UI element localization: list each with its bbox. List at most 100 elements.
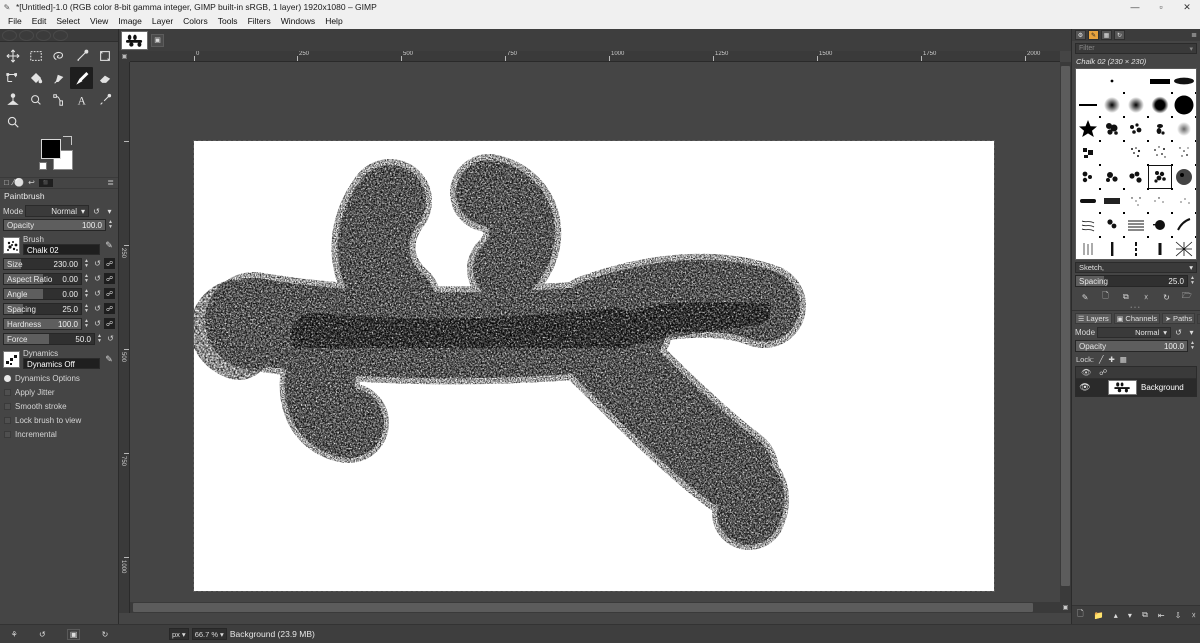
layer-opacity-stepper[interactable]: ▲ ▼ (1190, 340, 1197, 351)
angle-slider[interactable]: Angle 0.00 (3, 287, 82, 300)
tab-tool-options[interactable]: ⚙ (1075, 30, 1086, 40)
refresh-brushes-icon[interactable]: ↻ (1159, 291, 1173, 303)
brush-cell[interactable] (1172, 213, 1196, 238)
color-picker-tool[interactable] (93, 89, 116, 111)
brush-cell[interactable] (1124, 117, 1149, 142)
zoom-tool[interactable] (2, 111, 25, 133)
brush-cell[interactable] (1100, 93, 1125, 118)
pattern-icon[interactable]: ⁄⚪ (13, 179, 24, 187)
tab-layers[interactable]: ☰ Layers (1075, 313, 1112, 324)
force-slider[interactable]: Force 50.0 (3, 332, 95, 345)
free-select-tool[interactable] (48, 45, 71, 67)
brush-cell[interactable] (1124, 141, 1149, 166)
move-tool[interactable] (2, 45, 25, 67)
size-stepper[interactable]: ▲ ▼ (84, 258, 91, 269)
smooth-stroke-checkbox[interactable]: Smooth stroke (0, 399, 118, 413)
mode-select[interactable]: Normal ▾ (25, 205, 89, 217)
tab-paths[interactable]: ➤ Paths (1162, 313, 1196, 324)
menu-layer[interactable]: Layer (147, 14, 178, 29)
ink-tool[interactable] (48, 67, 71, 89)
edit-brush-icon[interactable]: ✎ (1078, 291, 1092, 303)
brush-cell[interactable] (1124, 237, 1148, 259)
text-tool[interactable]: A (70, 89, 93, 111)
size-slider[interactable]: Size 230.00 (3, 257, 82, 270)
menu-file[interactable]: File (3, 14, 27, 29)
new-layer-icon[interactable]: 🗋 (1077, 608, 1083, 622)
dynamics-thumbnail[interactable] (3, 350, 20, 368)
spacing-link-icon[interactable]: ☍ (104, 303, 115, 314)
hardness-stepper[interactable]: ▲ ▼ (84, 318, 91, 329)
brush-cell[interactable] (1076, 141, 1101, 166)
brush-cell[interactable] (1124, 69, 1148, 93)
duplicate-layer-icon[interactable]: ⧉ (1142, 610, 1148, 620)
brush-cell[interactable] (1124, 165, 1149, 190)
chevron-down-icon[interactable]: ▾ (1186, 327, 1197, 338)
brush-spacing-stepper[interactable]: ▲ ▼ (1190, 275, 1197, 286)
delete-brush-icon[interactable]: ☓ (1139, 291, 1153, 303)
layer-list[interactable]: 👁 ☍ 👁 Background (1075, 366, 1197, 397)
gradient-icon[interactable]: ◾ (38, 179, 53, 187)
dynamics-options-expander[interactable]: Dynamics Options (0, 371, 118, 385)
brush-cell[interactable] (1100, 117, 1125, 142)
brush-cell[interactable] (1124, 93, 1149, 118)
angle-reset-icon[interactable]: ↺ (93, 289, 102, 298)
crop-tool[interactable] (93, 45, 116, 67)
paths-tool[interactable] (48, 89, 71, 111)
spacing-stepper[interactable]: ▲ ▼ (84, 303, 91, 314)
duplicate-brush-icon[interactable]: ⧉ (1119, 291, 1133, 303)
spacing-reset-icon[interactable]: ↺ (93, 304, 102, 313)
lower-layer-icon[interactable]: ▾ (1128, 611, 1132, 620)
brush-cell[interactable] (1172, 237, 1196, 259)
brush-filter-input[interactable]: Filter ▾ (1075, 43, 1197, 54)
brush-thumbnail[interactable] (3, 236, 20, 254)
horizontal-ruler[interactable]: 0 250 500 750 1000 1250 1500 1750 2000 (130, 51, 1060, 62)
undo-icon[interactable]: ↺ (39, 630, 46, 639)
reset-colors-icon[interactable] (39, 162, 47, 170)
fit-image-icon[interactable]: ▣ (66, 628, 81, 640)
reset-icon[interactable]: ↺ (1173, 327, 1184, 338)
brush-cell-selected[interactable] (1148, 165, 1173, 190)
incremental-checkbox[interactable]: Incremental (0, 427, 118, 441)
unit-select[interactable]: px ▾ (169, 628, 189, 640)
brush-name-field[interactable]: Chalk 02 (23, 244, 100, 255)
new-view-icon[interactable]: ▣ (151, 33, 164, 47)
reset-icon[interactable]: ↺ (91, 206, 102, 217)
vertical-ruler[interactable]: 250 500 750 1000 (119, 62, 130, 613)
lock-brush-to-view-checkbox[interactable]: Lock brush to view (0, 413, 118, 427)
brush-cell[interactable] (1076, 117, 1101, 142)
brush-cell[interactable] (1100, 69, 1125, 94)
brush-cell[interactable] (1148, 189, 1173, 214)
brush-cell[interactable] (1076, 237, 1100, 259)
tab-channels[interactable]: ▣ Channels (1113, 313, 1161, 324)
ruler-corner[interactable]: ▣ (119, 51, 130, 62)
hardness-reset-icon[interactable]: ↺ (93, 319, 102, 328)
opacity-stepper[interactable]: ▲ ▼ (108, 219, 115, 230)
smudge-tool[interactable] (25, 89, 48, 111)
transform-tool[interactable] (2, 67, 25, 89)
wilber-icon[interactable]: ⚘ (11, 630, 18, 639)
spacing-slider[interactable]: Spacing 25.0 (3, 302, 82, 315)
bucket-fill-tool[interactable] (25, 67, 48, 89)
brush-tag-field[interactable]: Sketch, ▾ (1075, 262, 1197, 273)
delete-layer-icon[interactable]: ☓ (1192, 611, 1196, 620)
lock-pixels-icon[interactable]: ╱ (1099, 355, 1104, 364)
hardness-slider[interactable]: Hardness 100.0 (3, 317, 82, 330)
canvas-viewport[interactable] (130, 62, 1060, 613)
dynamics-name-field[interactable]: Dynamics Off (23, 358, 100, 369)
image-tab-thumbnail[interactable] (121, 30, 148, 50)
rectangle-select-tool[interactable] (25, 45, 48, 67)
navigate-icon[interactable]: ▣ (1060, 602, 1071, 613)
image-canvas[interactable] (193, 140, 995, 592)
size-reset-icon[interactable]: ↺ (93, 259, 102, 268)
brush-cell[interactable] (1100, 141, 1124, 165)
brush-cell[interactable] (1148, 93, 1173, 118)
brush-cell[interactable] (1124, 213, 1149, 238)
vertical-scrollbar[interactable] (1060, 62, 1071, 613)
menu-icon[interactable]: ≣ (107, 179, 114, 187)
new-group-icon[interactable]: 📁 (1094, 611, 1104, 620)
clone-tool[interactable] (2, 89, 25, 111)
brush-grid[interactable] (1075, 68, 1197, 260)
tab-patterns[interactable]: ▦ (1101, 30, 1112, 40)
lock-position-icon[interactable]: ✚ (1108, 355, 1114, 364)
menu-select[interactable]: Select (51, 14, 85, 29)
